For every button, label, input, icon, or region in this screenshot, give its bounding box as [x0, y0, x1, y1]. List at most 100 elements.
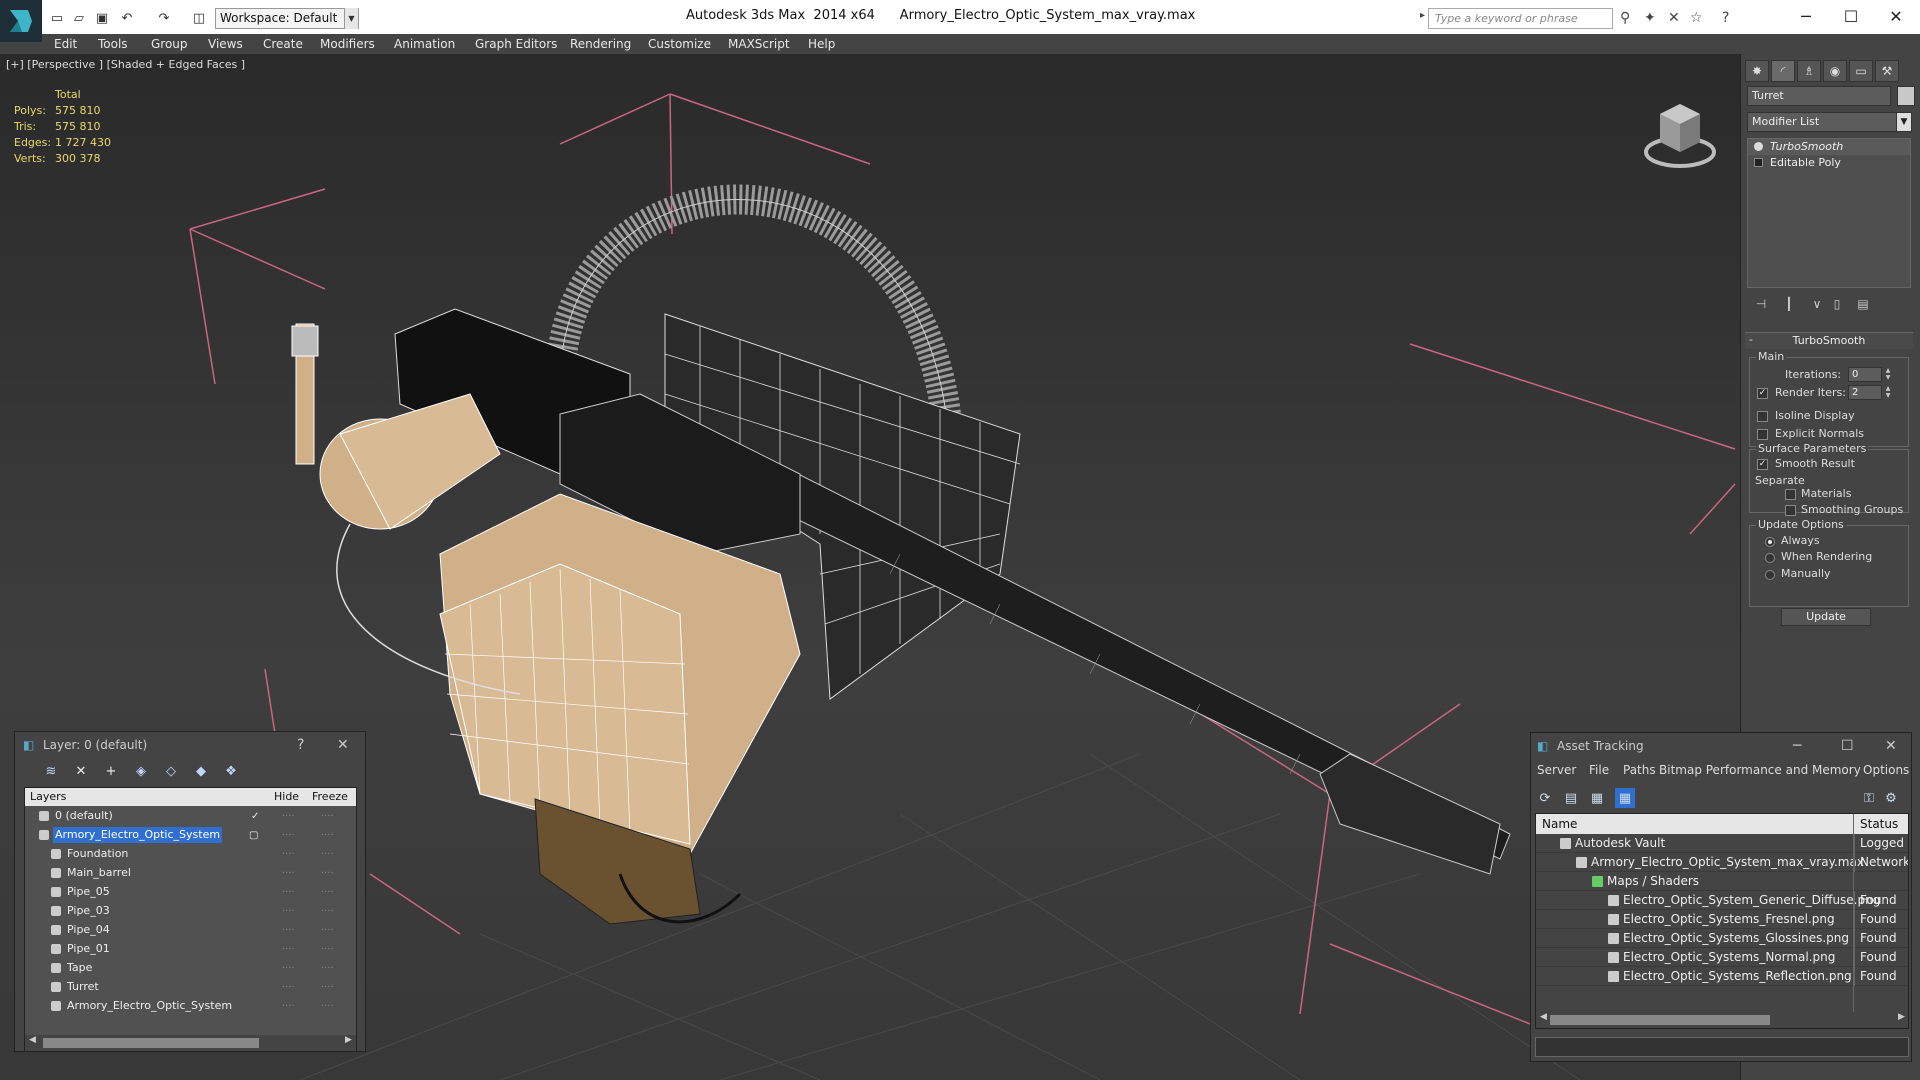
- freeze-all-icon[interactable]: ❖: [221, 761, 241, 781]
- minimize-icon[interactable]: ─: [1783, 0, 1829, 32]
- layer-row[interactable]: Tape ···· ····: [25, 959, 356, 978]
- close-icon[interactable]: ✕: [1885, 733, 1897, 759]
- chevron-down-icon[interactable]: ▼: [344, 8, 358, 29]
- select-objects-icon[interactable]: ◈: [131, 761, 151, 781]
- refresh-icon[interactable]: ⟳: [1535, 788, 1555, 808]
- subscription-icon[interactable]: ✦: [1644, 10, 1656, 26]
- spinner-arrows-icon[interactable]: ▲ ▼: [1883, 385, 1893, 400]
- menu-tools[interactable]: Tools: [98, 34, 128, 54]
- hide-toggle-icon[interactable]: ····: [282, 978, 295, 997]
- smooth-result-checkbox[interactable]: ✓: [1757, 459, 1768, 470]
- create-tab-icon[interactable]: ✸: [1745, 60, 1769, 82]
- layer-row[interactable]: Pipe_04 ···· ····: [25, 921, 356, 940]
- hide-toggle-icon[interactable]: ····: [282, 807, 295, 826]
- viewport-label[interactable]: [+] [Perspective ] [Shaded + Edged Faces…: [6, 58, 245, 71]
- undo-icon[interactable]: ↶: [118, 9, 136, 27]
- stack-item-editable-poly[interactable]: Editable Poly: [1748, 155, 1910, 171]
- delete-layer-icon[interactable]: ✕: [71, 761, 91, 781]
- object-color-swatch[interactable]: [1897, 86, 1915, 106]
- hide-toggle-icon[interactable]: ····: [282, 845, 295, 864]
- horizontal-scrollbar[interactable]: ◀ ▶: [1536, 1012, 1908, 1028]
- collapse-icon[interactable]: -: [1749, 333, 1753, 346]
- maximize-icon[interactable]: ☐: [1828, 0, 1874, 32]
- search-input[interactable]: Type a keyword or phrase: [1428, 8, 1613, 29]
- explicit-normals-checkbox[interactable]: [1757, 429, 1768, 440]
- horizontal-scrollbar[interactable]: ◀ ▶: [25, 1035, 356, 1051]
- make-current-icon[interactable]: ▢: [249, 826, 258, 845]
- display-tab-icon[interactable]: ▭: [1849, 60, 1873, 82]
- help-icon[interactable]: ?: [1722, 10, 1729, 26]
- lightbulb-icon[interactable]: [1754, 142, 1763, 151]
- scrollbar-thumb[interactable]: [43, 1038, 259, 1048]
- layer-row[interactable]: Foundation ···· ····: [25, 845, 356, 864]
- freeze-toggle-icon[interactable]: ····: [321, 921, 334, 940]
- pin-stack-icon[interactable]: ⊣: [1751, 294, 1771, 314]
- hide-toggle-icon[interactable]: ····: [282, 883, 295, 902]
- add-to-layer-icon[interactable]: +: [101, 761, 121, 781]
- hide-toggle-icon[interactable]: ····: [282, 921, 295, 940]
- freeze-toggle-icon[interactable]: ····: [321, 826, 334, 845]
- layer-row[interactable]: Pipe_03 ···· ····: [25, 902, 356, 921]
- scroll-right-icon[interactable]: ▶: [1898, 1012, 1905, 1022]
- layer-row[interactable]: Armory_Electro_Optic_System ···· ····: [25, 997, 356, 1016]
- freeze-toggle-icon[interactable]: ····: [321, 978, 334, 997]
- layer-row[interactable]: 0 (default) ✓ ···· ····: [25, 807, 356, 826]
- menu-rendering[interactable]: Rendering: [570, 34, 631, 54]
- menu-group[interactable]: Group: [151, 34, 188, 54]
- configure-sets-icon[interactable]: ▤: [1853, 294, 1873, 314]
- hide-toggle-icon[interactable]: ····: [282, 940, 295, 959]
- freeze-toggle-icon[interactable]: ····: [321, 997, 334, 1016]
- binoculars-icon[interactable]: ⚲: [1620, 10, 1630, 26]
- asset-menu-options[interactable]: Options: [1863, 763, 1909, 777]
- menu-views[interactable]: Views: [208, 34, 243, 54]
- render-iters-spinner[interactable]: 2: [1848, 385, 1882, 400]
- menu-edit[interactable]: Edit: [54, 34, 77, 54]
- stack-item-turbosmooth[interactable]: TurboSmooth: [1748, 139, 1910, 155]
- freeze-toggle-icon[interactable]: ····: [321, 940, 334, 959]
- column-name[interactable]: Name: [1542, 817, 1577, 831]
- project-folder-icon[interactable]: ◫: [190, 9, 208, 27]
- freeze-toggle-icon[interactable]: ····: [321, 883, 334, 902]
- menu-animation[interactable]: Animation: [394, 34, 455, 54]
- when-rendering-radio[interactable]: [1765, 553, 1775, 563]
- search-expand-icon[interactable]: ▸: [1420, 10, 1425, 21]
- layer-row[interactable]: Main_barrel ···· ····: [25, 864, 356, 883]
- layer-row[interactable]: Pipe_05 ···· ····: [25, 883, 356, 902]
- column-status[interactable]: Status: [1860, 817, 1898, 831]
- menu-customize[interactable]: Customize: [648, 34, 711, 54]
- list-view-icon[interactable]: ▤: [1561, 788, 1581, 808]
- smoothing-groups-checkbox[interactable]: [1785, 505, 1796, 516]
- app-logo[interactable]: [0, 0, 42, 42]
- viewcube-icon[interactable]: [1640, 84, 1720, 174]
- make-unique-icon[interactable]: ∨: [1807, 294, 1827, 314]
- rollout-title[interactable]: TurboSmooth: [1745, 333, 1913, 349]
- active-layer-check-icon[interactable]: ✓: [251, 807, 259, 826]
- scroll-right-icon[interactable]: ▶: [345, 1035, 352, 1045]
- manually-radio[interactable]: [1765, 570, 1775, 580]
- expand-icon[interactable]: [1754, 158, 1763, 167]
- modify-tab-icon[interactable]: ◜: [1771, 60, 1795, 82]
- freeze-toggle-icon[interactable]: ····: [321, 959, 334, 978]
- close-icon[interactable]: ✕: [337, 732, 349, 758]
- minimize-icon[interactable]: ─: [1793, 733, 1801, 759]
- freeze-toggle-icon[interactable]: ····: [321, 902, 334, 921]
- show-end-result-icon[interactable]: ┃: [1779, 294, 1799, 314]
- thumbnail-view-icon[interactable]: ▦: [1587, 788, 1607, 808]
- vault-options-icon[interactable]: ⚙: [1881, 788, 1901, 808]
- hide-toggle-icon[interactable]: ····: [282, 902, 295, 921]
- table-view-icon[interactable]: ▦: [1615, 788, 1635, 808]
- asset-menu-paths[interactable]: Paths: [1623, 763, 1656, 777]
- iterations-spinner[interactable]: 0: [1848, 367, 1882, 382]
- asset-menu-server[interactable]: Server: [1537, 763, 1576, 777]
- highlight-layer-icon[interactable]: ◇: [161, 761, 181, 781]
- new-file-icon[interactable]: ▭: [48, 9, 66, 27]
- layer-row[interactable]: Armory_Electro_Optic_System ▢ ···· ····: [25, 826, 356, 845]
- menu-modifiers[interactable]: Modifiers: [320, 34, 375, 54]
- redo-icon[interactable]: ↷: [155, 9, 173, 27]
- close-icon[interactable]: ✕: [1873, 0, 1919, 32]
- hide-toggle-icon[interactable]: ····: [282, 997, 295, 1016]
- hierarchy-tab-icon[interactable]: ♗: [1797, 60, 1821, 82]
- materials-checkbox[interactable]: [1785, 489, 1796, 500]
- always-radio[interactable]: [1765, 537, 1775, 547]
- column-layers[interactable]: Layers: [30, 790, 66, 803]
